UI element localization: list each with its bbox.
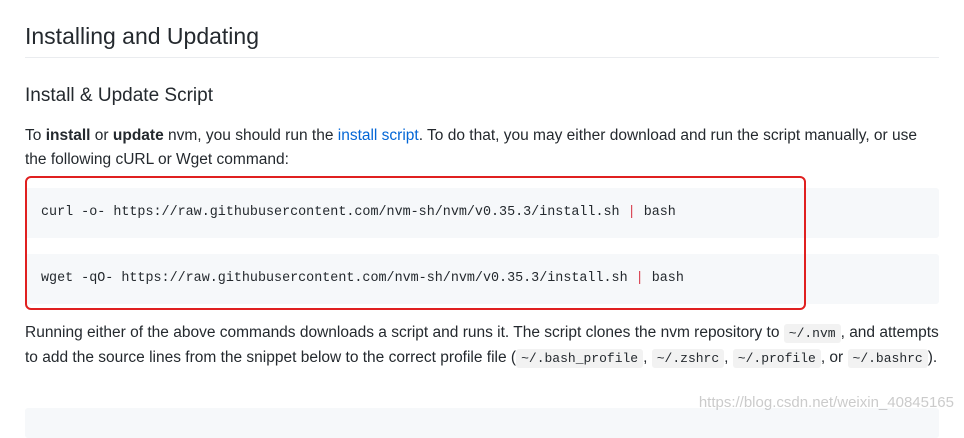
watermark: https://blog.csdn.net/weixin_40845165 — [698, 394, 954, 411]
intro-paragraph: To install or update nvm, you should run… — [25, 124, 939, 172]
after-text-5: , or — [820, 349, 848, 366]
after-paragraph: Running either of the above commands dow… — [25, 321, 939, 371]
wget-bash: bash — [643, 271, 684, 286]
intro-install-bold: install — [45, 127, 91, 144]
wget-command: wget -qO- https://raw.githubusercontent.… — [41, 271, 636, 286]
intro-text-3: nvm, you should run the — [163, 127, 338, 144]
heading-divider — [25, 57, 939, 58]
intro-text-2: or — [90, 127, 113, 144]
code-nvm-dir: ~/.nvm — [783, 324, 841, 343]
after-text-3: , — [643, 349, 652, 366]
code-profile: ~/.profile — [732, 349, 821, 368]
curl-bash: bash — [635, 205, 676, 220]
wget-code-block[interactable]: wget -qO- https://raw.githubusercontent.… — [25, 254, 939, 304]
section-heading: Installing and Updating — [25, 23, 259, 49]
after-text-4: , — [724, 349, 733, 366]
next-code-block — [25, 408, 939, 438]
after-text-6: ). — [927, 349, 938, 366]
curl-pipe: | — [627, 205, 636, 220]
wget-pipe: | — [635, 271, 644, 286]
install-script-link[interactable]: install script — [338, 127, 419, 144]
intro-text-1: To — [25, 127, 46, 144]
curl-code-block[interactable]: curl -o- https://raw.githubusercontent.c… — [25, 188, 939, 238]
code-bashrc: ~/.bashrc — [847, 349, 928, 368]
intro-update-bold: update — [112, 127, 164, 144]
subsection-heading: Install & Update Script — [25, 85, 213, 106]
code-bash-profile: ~/.bash_profile — [516, 349, 644, 368]
after-text-1: Running either of the above commands dow… — [25, 324, 784, 341]
code-zshrc: ~/.zshrc — [651, 349, 725, 368]
curl-command: curl -o- https://raw.githubusercontent.c… — [41, 205, 628, 220]
